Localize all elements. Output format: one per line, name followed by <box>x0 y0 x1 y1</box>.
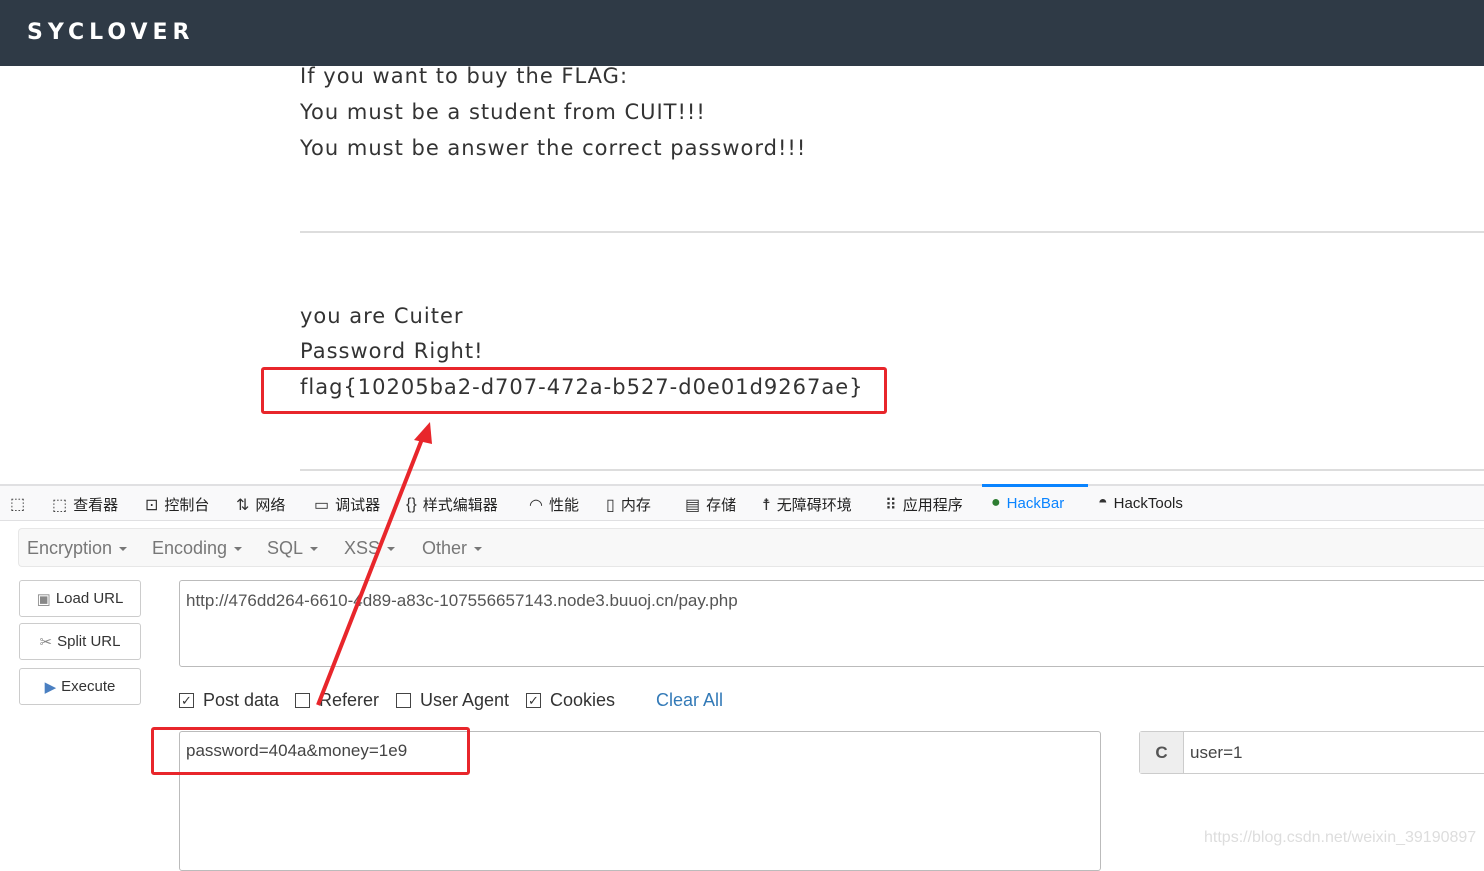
annotation-arrow <box>316 422 432 706</box>
watermark: https://blog.csdn.net/weixin_39190897 <box>1204 829 1477 846</box>
